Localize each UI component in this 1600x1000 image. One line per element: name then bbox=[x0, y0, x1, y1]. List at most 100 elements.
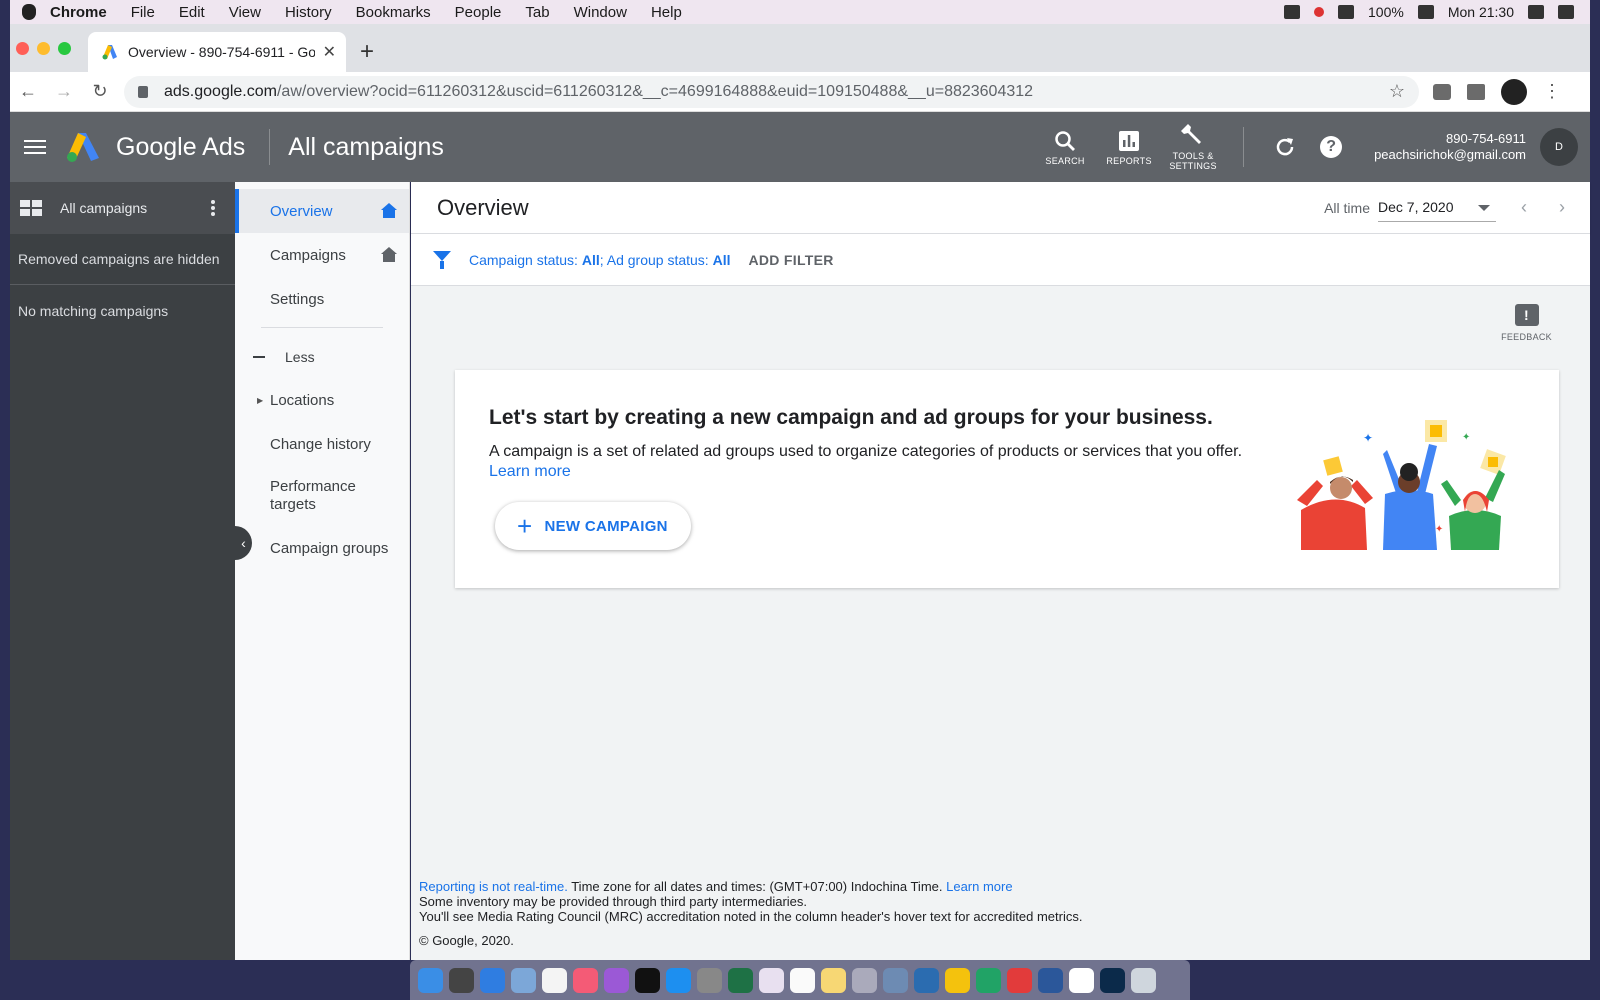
nav-campaigns[interactable]: Campaigns bbox=[235, 233, 409, 277]
spotlight-icon[interactable] bbox=[1528, 5, 1544, 19]
keychain-icon[interactable] bbox=[852, 967, 877, 993]
dropbox-icon[interactable] bbox=[1284, 5, 1301, 19]
notes-icon[interactable] bbox=[790, 967, 815, 993]
menu-tab[interactable]: Tab bbox=[525, 4, 549, 21]
help-button[interactable]: ? bbox=[1318, 134, 1344, 160]
hamburger-menu-icon[interactable] bbox=[24, 136, 46, 158]
nav-less-toggle[interactable]: Less bbox=[235, 340, 409, 374]
clock[interactable]: Mon 21:30 bbox=[1448, 4, 1514, 20]
chrome-icon[interactable] bbox=[1069, 967, 1094, 993]
reload-icon[interactable]: ↻ bbox=[82, 81, 118, 102]
menu-file[interactable]: File bbox=[131, 4, 155, 21]
menu-help[interactable]: Help bbox=[651, 4, 682, 21]
date-range-select[interactable]: Dec 7, 2020 bbox=[1378, 194, 1496, 222]
cyberduck-icon[interactable] bbox=[945, 967, 970, 993]
mail-icon[interactable] bbox=[511, 967, 536, 993]
tools-settings-button[interactable]: TOOLS & SETTINGS bbox=[1161, 123, 1225, 171]
close-tab-icon[interactable]: ✕ bbox=[323, 42, 336, 62]
word-icon[interactable] bbox=[1038, 967, 1063, 993]
menu-bookmarks[interactable]: Bookmarks bbox=[356, 4, 431, 21]
photoshop-icon[interactable] bbox=[1100, 967, 1125, 993]
next-period-icon[interactable]: › bbox=[1552, 197, 1572, 218]
zoom-window-icon[interactable] bbox=[58, 42, 71, 55]
trash-icon[interactable] bbox=[1131, 967, 1156, 993]
bookmark-star-icon[interactable]: ☆ bbox=[1389, 81, 1405, 102]
footer-learn-more-link[interactable]: Learn more bbox=[946, 879, 1012, 894]
date-range-label: All time bbox=[1324, 199, 1370, 216]
pdf-app-icon[interactable] bbox=[1007, 967, 1032, 993]
empty-campaigns-message: No matching campaigns bbox=[18, 303, 169, 319]
more-options-icon[interactable] bbox=[211, 198, 215, 218]
forward-icon[interactable]: → bbox=[46, 81, 82, 102]
menu-view[interactable]: View bbox=[229, 4, 261, 21]
menu-app-name[interactable]: Chrome bbox=[50, 4, 107, 21]
apple-menu-icon[interactable] bbox=[22, 4, 36, 20]
calendar-icon[interactable] bbox=[542, 967, 567, 993]
realtime-link[interactable]: Reporting is not real-time. bbox=[419, 879, 568, 894]
minimize-window-icon[interactable] bbox=[37, 42, 50, 55]
chrome-menu-icon[interactable]: ⋮ bbox=[1543, 81, 1561, 102]
refresh-icon[interactable] bbox=[1272, 134, 1298, 160]
expand-caret-icon[interactable]: ▶ bbox=[257, 396, 263, 405]
account-avatar[interactable]: D bbox=[1540, 128, 1578, 166]
finder-icon[interactable] bbox=[418, 967, 443, 993]
wifi-icon[interactable] bbox=[1338, 5, 1355, 19]
nav-performance-targets[interactable]: Performance targets bbox=[235, 466, 409, 526]
menu-edit[interactable]: Edit bbox=[179, 4, 205, 21]
active-filters[interactable]: Campaign status: All; Ad group status: A… bbox=[469, 252, 730, 268]
new-campaign-button[interactable]: + NEW CAMPAIGN bbox=[495, 502, 691, 550]
sidebar-header[interactable]: All campaigns bbox=[10, 182, 235, 234]
launchpad-icon[interactable] bbox=[449, 967, 474, 993]
reports-button[interactable]: REPORTS bbox=[1097, 128, 1161, 166]
battery-level[interactable]: 100% bbox=[1368, 4, 1404, 20]
nav-change-history-label: Change history bbox=[270, 435, 371, 453]
profile-avatar[interactable] bbox=[1501, 78, 1527, 105]
app-store-icon[interactable] bbox=[666, 967, 691, 993]
nav-campaign-groups[interactable]: Campaign groups bbox=[235, 526, 409, 570]
slack-icon[interactable] bbox=[759, 967, 784, 993]
stickies-icon[interactable] bbox=[821, 967, 846, 993]
menu-window[interactable]: Window bbox=[574, 4, 627, 21]
timezone-text: Time zone for all dates and times: (GMT+… bbox=[567, 879, 947, 894]
tab-title: Overview - 890-754-6911 - Go bbox=[128, 44, 315, 60]
search-button[interactable]: SEARCH bbox=[1033, 128, 1097, 166]
add-filter-button[interactable]: ADD FILTER bbox=[748, 252, 833, 268]
excel-icon[interactable] bbox=[728, 967, 753, 993]
atom-icon[interactable] bbox=[976, 967, 1001, 993]
lock-icon[interactable] bbox=[138, 85, 148, 98]
browser-tab[interactable]: Overview - 890-754-6911 - Go ✕ bbox=[88, 32, 346, 72]
filter-icon[interactable] bbox=[433, 250, 451, 269]
music-icon[interactable] bbox=[573, 967, 598, 993]
svg-text:✦: ✦ bbox=[1363, 431, 1373, 445]
recording-icon[interactable] bbox=[1314, 7, 1325, 17]
address-bar[interactable]: ads.google.com /aw/overview?ocid=6112603… bbox=[124, 75, 1419, 108]
system-preferences-icon[interactable] bbox=[697, 967, 722, 993]
nav-change-history[interactable]: Change history bbox=[235, 422, 409, 466]
main-content: Overview All time Dec 7, 2020 ‹ › Campai… bbox=[411, 182, 1590, 960]
feedback-button[interactable]: ! FEEDBACK bbox=[1501, 304, 1552, 342]
date-range: All time Dec 7, 2020 ‹ › bbox=[1324, 194, 1590, 222]
inventory-note: Some inventory may be provided through t… bbox=[419, 894, 808, 909]
safari-icon[interactable] bbox=[480, 967, 505, 993]
extensions-puzzle-icon[interactable] bbox=[1467, 83, 1485, 100]
new-tab-icon[interactable]: + bbox=[360, 38, 374, 66]
preview-icon[interactable] bbox=[883, 967, 908, 993]
nav-locations[interactable]: ▶ Locations bbox=[235, 378, 409, 422]
menu-history[interactable]: History bbox=[285, 4, 332, 21]
close-window-icon[interactable] bbox=[16, 42, 29, 55]
nav-settings[interactable]: Settings bbox=[235, 277, 409, 321]
nav-overview[interactable]: Overview bbox=[235, 189, 409, 233]
previous-period-icon[interactable]: ‹ bbox=[1514, 197, 1534, 218]
cast-icon[interactable] bbox=[1433, 83, 1451, 100]
menu-people[interactable]: People bbox=[455, 4, 502, 21]
back-icon[interactable]: ← bbox=[10, 81, 46, 102]
google-ads-logo[interactable] bbox=[66, 132, 100, 162]
apple-tv-icon[interactable] bbox=[635, 967, 660, 993]
sidebar-title: All campaigns bbox=[60, 200, 148, 216]
podcasts-icon[interactable] bbox=[604, 967, 629, 993]
control-center-icon[interactable] bbox=[1558, 5, 1574, 19]
learn-more-link[interactable]: Learn more bbox=[489, 463, 571, 480]
network-radar-icon[interactable] bbox=[914, 967, 939, 993]
search-icon bbox=[1033, 128, 1097, 154]
account-info[interactable]: 890-754-6911 peachsirichok@gmail.com bbox=[1374, 131, 1526, 163]
